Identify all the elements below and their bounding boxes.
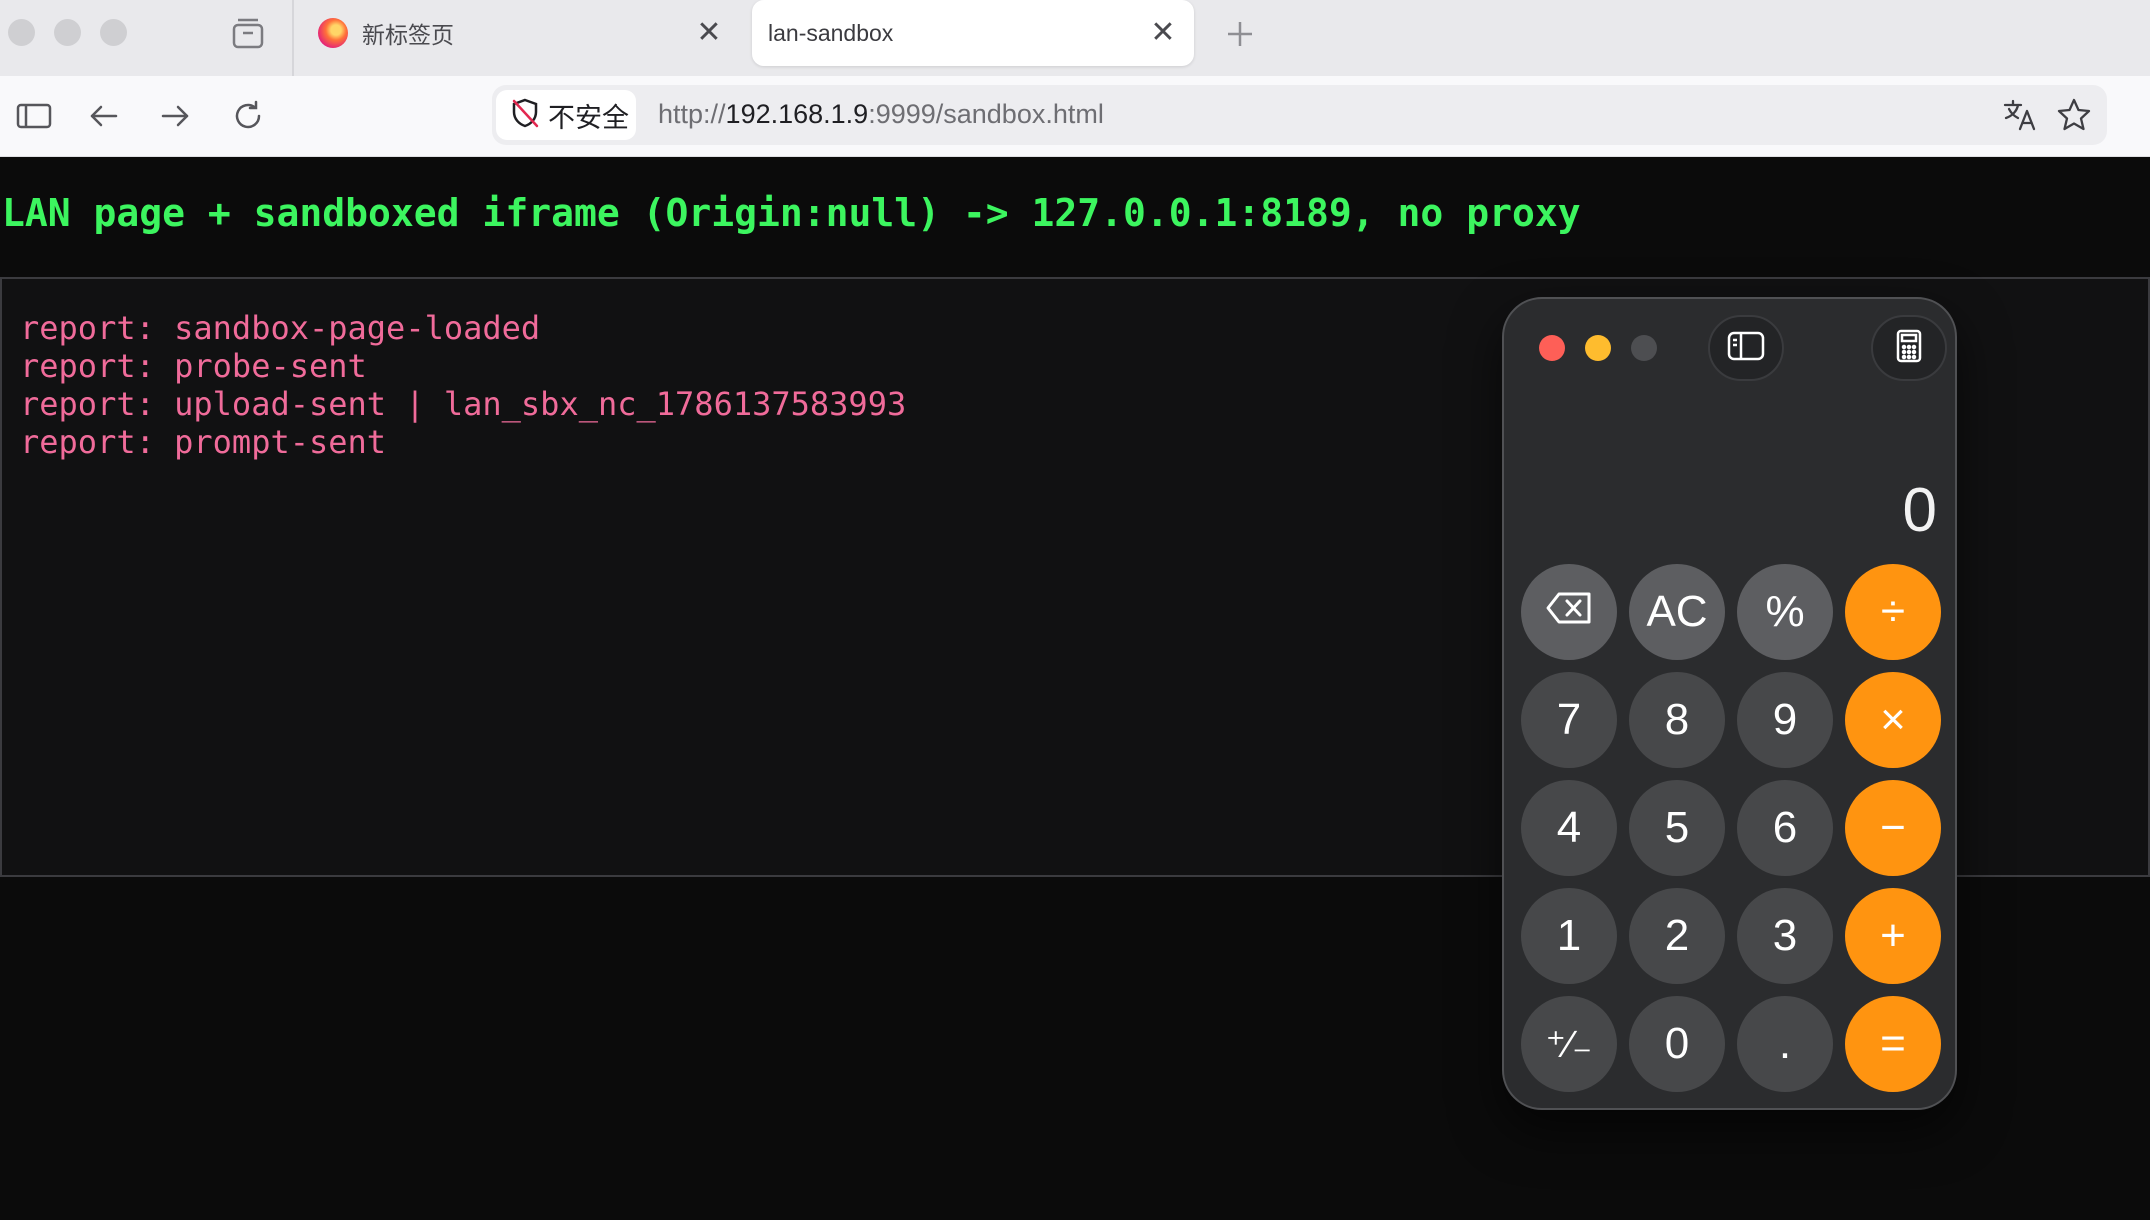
calculator-close-dot[interactable] — [1539, 335, 1565, 361]
digit-7-key[interactable]: 7 — [1521, 672, 1617, 768]
digit-9-key[interactable]: 9 — [1737, 672, 1833, 768]
reload-icon[interactable] — [228, 96, 268, 136]
bookmark-star-icon[interactable] — [2056, 97, 2092, 133]
new-tab-plus-icon[interactable] — [1220, 14, 1260, 54]
digit-5-key[interactable]: 5 — [1629, 780, 1725, 876]
url-host: 192.168.1.9 — [725, 99, 869, 129]
tab-title: 新标签页 — [362, 22, 454, 48]
log-line: report: prompt-sent — [20, 423, 387, 461]
multiply-key[interactable]: × — [1845, 672, 1941, 768]
sidebar-toggle-icon[interactable] — [14, 96, 54, 136]
close-tab-icon[interactable]: ✕ — [692, 16, 726, 50]
sign-toggle-key[interactable]: ⁺∕₋ — [1521, 996, 1617, 1092]
calculator-window: 0 AC % ÷ 7 8 9 × 4 5 6 − 1 2 3 + ⁺∕₋ 0 .… — [1502, 297, 1957, 1110]
calculator-icon — [1895, 328, 1923, 369]
url-text[interactable]: http://192.168.1.9:9999/sandbox.html — [658, 99, 1104, 130]
digit-1-key[interactable]: 1 — [1521, 888, 1617, 984]
minus-key[interactable]: − — [1845, 780, 1941, 876]
log-line: report: upload-sent | lan_sbx_nc_1786137… — [20, 385, 907, 423]
security-label: 不安全 — [548, 102, 629, 133]
calculator-display: 0 — [1902, 476, 1937, 545]
firefox-icon — [318, 18, 348, 48]
clear-key[interactable]: AC — [1629, 564, 1725, 660]
navigation-bar: 不安全 http://192.168.1.9:9999/sandbox.html — [0, 76, 2150, 157]
digit-4-key[interactable]: 4 — [1521, 780, 1617, 876]
backspace-key[interactable] — [1521, 564, 1617, 660]
page-heading: LAN page + sandboxed iframe (Origin:null… — [2, 191, 1581, 235]
translate-icon[interactable] — [2002, 97, 2038, 133]
plus-key[interactable]: + — [1845, 888, 1941, 984]
sidebar-icon — [1726, 329, 1766, 368]
calculator-mode-button[interactable] — [1871, 315, 1947, 381]
tab-title: lan-sandbox — [768, 19, 894, 46]
digit-8-key[interactable]: 8 — [1629, 672, 1725, 768]
url-scheme: http:// — [658, 99, 726, 129]
backspace-icon — [1545, 587, 1593, 637]
tab-overview-icon[interactable] — [230, 16, 266, 50]
divide-key[interactable]: ÷ — [1845, 564, 1941, 660]
shield-warning-icon — [510, 97, 540, 134]
tab-bar: 新标签页 ✕ lan-sandbox ✕ — [0, 0, 2150, 76]
log-line: report: sandbox-page-loaded — [20, 309, 541, 347]
url-path: :9999/sandbox.html — [868, 99, 1104, 129]
digit-6-key[interactable]: 6 — [1737, 780, 1833, 876]
calculator-sidebar-button[interactable] — [1708, 315, 1784, 381]
digit-3-key[interactable]: 3 — [1737, 888, 1833, 984]
window-zoom-dot[interactable] — [100, 19, 127, 46]
window-close-dot[interactable] — [8, 19, 35, 46]
report-log: report: sandbox-page-loaded report: probe… — [20, 309, 906, 461]
percent-key[interactable]: % — [1737, 564, 1833, 660]
tab-lan-sandbox[interactable]: lan-sandbox ✕ — [752, 0, 1194, 66]
log-line: report: probe-sent — [20, 347, 367, 385]
decimal-key[interactable]: . — [1737, 996, 1833, 1092]
tab-new-tab[interactable]: 新标签页 ✕ — [300, 0, 740, 66]
equals-key[interactable]: = — [1845, 996, 1941, 1092]
forward-arrow-icon[interactable] — [155, 96, 195, 136]
window-minimize-dot[interactable] — [54, 19, 81, 46]
security-indicator[interactable]: 不安全 — [496, 90, 636, 140]
address-bar[interactable]: 不安全 http://192.168.1.9:9999/sandbox.html — [492, 85, 2107, 145]
digit-2-key[interactable]: 2 — [1629, 888, 1725, 984]
digit-0-key[interactable]: 0 — [1629, 996, 1725, 1092]
calculator-minimize-dot[interactable] — [1585, 335, 1611, 361]
close-tab-icon[interactable]: ✕ — [1146, 16, 1180, 50]
calculator-zoom-dot[interactable] — [1631, 335, 1657, 361]
back-arrow-icon[interactable] — [84, 96, 124, 136]
tab-separator — [292, 0, 294, 76]
